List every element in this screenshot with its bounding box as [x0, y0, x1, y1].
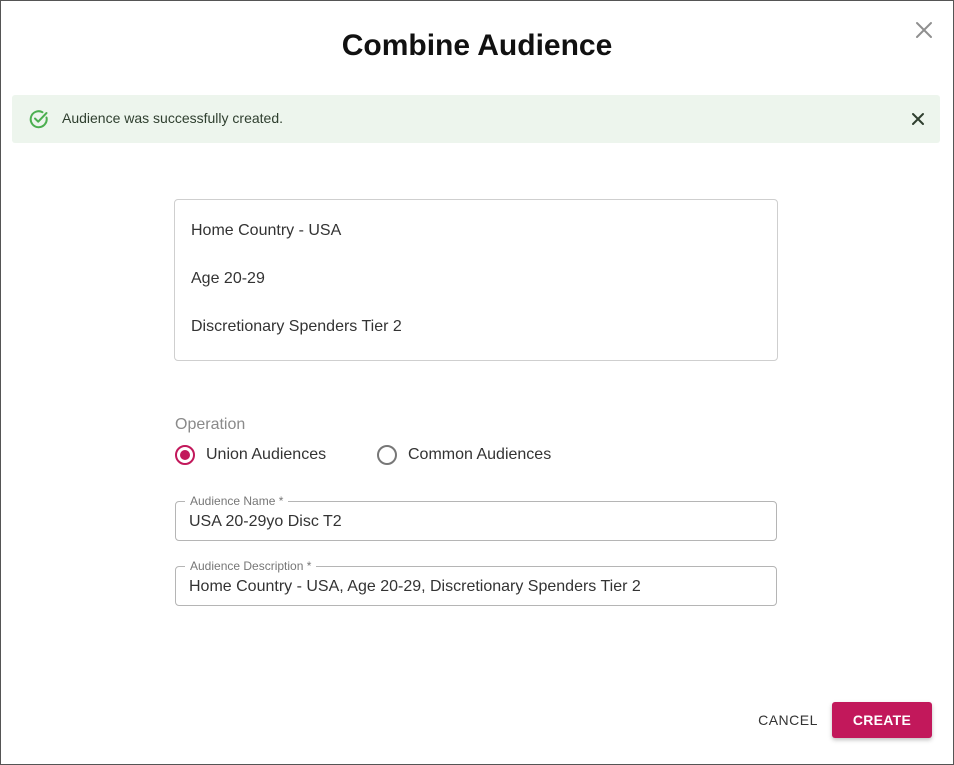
alert-message: Audience was successfully created.: [62, 110, 283, 126]
radio-label: Union Audiences: [206, 446, 327, 463]
close-icon[interactable]: [910, 111, 926, 127]
radio-label: Common Audiences: [408, 446, 552, 463]
dialog-title: Combine Audience: [341, 29, 613, 62]
common-audiences-radio[interactable]: Common Audiences: [377, 443, 551, 467]
radio-checked-icon[interactable]: [175, 445, 195, 465]
list-item: Age 20-29: [191, 270, 265, 287]
audience-name-label: Audience Name *: [185, 494, 289, 508]
close-icon: [916, 22, 932, 38]
radio-unchecked-icon[interactable]: [377, 445, 397, 465]
success-alert: Audience was successfully created.: [12, 95, 940, 143]
audience-description-label: Audience Description *: [185, 559, 317, 573]
combine-audience-dialog: Combine Audience Audience was successful…: [0, 0, 954, 765]
operation-label: Operation: [175, 416, 246, 433]
list-item: Discretionary Spenders Tier 2: [191, 318, 402, 335]
create-button[interactable]: CREATE: [832, 702, 932, 738]
audience-description-field: Audience Description *: [175, 559, 777, 606]
selected-audiences-list: Home Country - USA Age 20-29 Discretiona…: [174, 199, 778, 361]
check-circle-icon: [29, 110, 48, 129]
union-audiences-radio[interactable]: Union Audiences: [175, 443, 326, 467]
cancel-button[interactable]: CANCEL: [746, 703, 830, 737]
audience-name-field: Audience Name *: [175, 494, 777, 541]
dialog-close-button[interactable]: [913, 19, 935, 41]
list-item: Home Country - USA: [191, 222, 342, 239]
